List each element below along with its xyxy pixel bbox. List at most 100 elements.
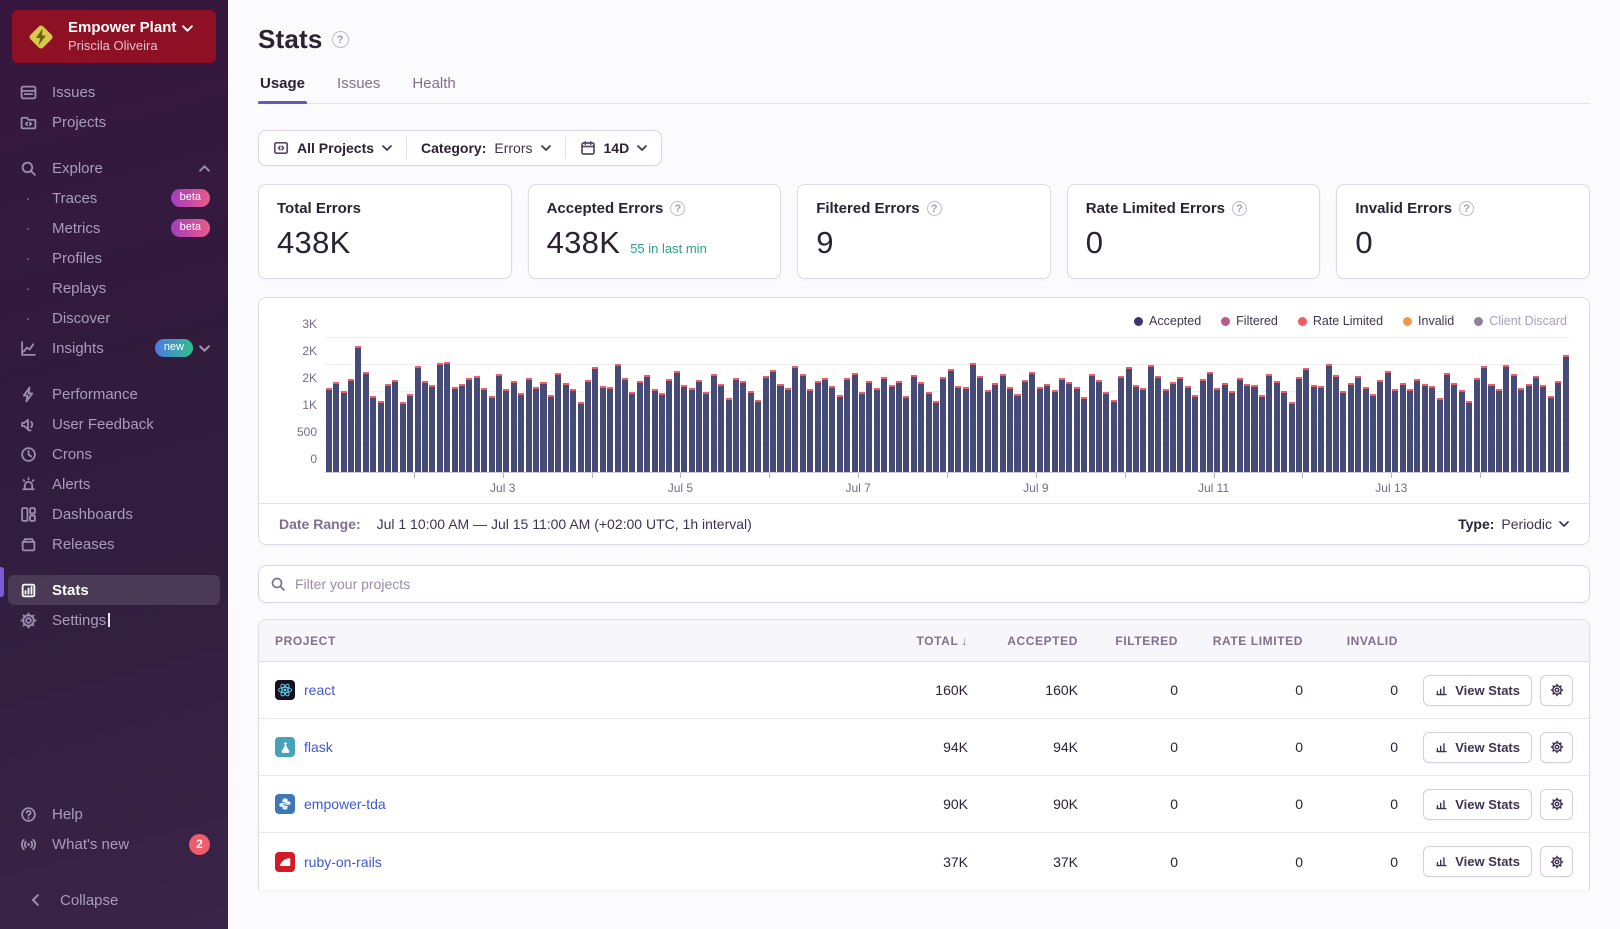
project-settings-button[interactable] — [1540, 846, 1573, 877]
category-dropdown[interactable]: Category: Errors — [407, 140, 564, 156]
chart-bar[interactable] — [1437, 398, 1443, 473]
chart-bar[interactable] — [874, 388, 880, 472]
chart-bar[interactable] — [1118, 376, 1124, 472]
chart-bar[interactable] — [1259, 395, 1265, 472]
chart-bar[interactable] — [429, 385, 435, 472]
chart-bar[interactable] — [1392, 389, 1398, 472]
chart-bar[interactable] — [866, 381, 872, 472]
chart-plot[interactable] — [325, 338, 1569, 473]
chart-bar[interactable] — [600, 386, 606, 472]
sidebar-item-stats[interactable]: Stats — [8, 575, 220, 605]
chart-bar[interactable] — [548, 395, 554, 472]
project-link[interactable]: react — [304, 682, 335, 698]
help-icon[interactable]: ? — [1232, 201, 1247, 216]
chart-bar[interactable] — [1355, 376, 1361, 472]
chart-bar[interactable] — [948, 369, 954, 472]
chart-bar[interactable] — [422, 381, 428, 472]
chart-bar[interactable] — [852, 373, 858, 472]
org-switcher[interactable]: Empower Plant Priscila Oliveira — [12, 10, 216, 63]
chart-bar[interactable] — [1244, 384, 1250, 472]
tab-usage[interactable]: Usage — [258, 75, 307, 103]
chart-bar[interactable] — [807, 389, 813, 472]
chart-bar[interactable] — [792, 366, 798, 472]
chart-bar[interactable] — [703, 392, 709, 472]
chart-bar[interactable] — [326, 388, 332, 472]
chart-bar[interactable] — [992, 383, 998, 472]
chart-bar[interactable] — [777, 384, 783, 472]
chart-bar[interactable] — [718, 384, 724, 472]
project-link[interactable]: empower-tda — [304, 796, 386, 812]
chart-bar[interactable] — [1059, 378, 1065, 472]
chart-bar[interactable] — [1222, 383, 1228, 473]
sidebar-item-explore[interactable]: Explore — [8, 153, 220, 183]
project-settings-button[interactable] — [1540, 789, 1573, 820]
help-icon[interactable]: ? — [927, 201, 942, 216]
chart-bar[interactable] — [1163, 389, 1169, 472]
col-invalid[interactable]: INVALID — [1303, 634, 1398, 648]
chart-bar[interactable] — [1548, 396, 1554, 472]
sidebar-item-user-feedback[interactable]: User Feedback — [8, 409, 220, 439]
chart-bar[interactable] — [903, 396, 909, 472]
project-link[interactable]: flask — [304, 739, 333, 755]
chart-bar[interactable] — [1503, 365, 1509, 472]
chart-bar[interactable] — [940, 377, 946, 472]
chart-bar[interactable] — [844, 378, 850, 472]
chart-bar[interactable] — [1318, 386, 1324, 472]
help-icon[interactable]: ? — [1459, 201, 1474, 216]
chart-bar[interactable] — [1540, 385, 1546, 472]
chart-bar[interactable] — [1377, 380, 1383, 472]
chart-bar[interactable] — [681, 385, 687, 472]
chart-bar[interactable] — [1533, 376, 1539, 472]
chart-bar[interactable] — [763, 376, 769, 472]
chart-bar[interactable] — [726, 398, 732, 472]
chart-bar[interactable] — [1289, 402, 1295, 472]
chart-bar[interactable] — [1126, 367, 1132, 472]
chart-bar[interactable] — [1488, 384, 1494, 472]
chart-bar[interactable] — [518, 393, 524, 472]
chart-bar[interactable] — [385, 384, 391, 472]
chart-bar[interactable] — [511, 381, 517, 472]
chart-bar[interactable] — [437, 363, 443, 472]
legend-item[interactable]: Rate Limited — [1298, 314, 1383, 328]
chart-bar[interactable] — [1074, 387, 1080, 472]
chart-bar[interactable] — [1177, 377, 1183, 472]
chart-bar[interactable] — [1133, 385, 1139, 472]
chart-bar[interactable] — [622, 378, 628, 472]
chart-bar[interactable] — [378, 401, 384, 472]
legend-item[interactable]: Filtered — [1221, 314, 1278, 328]
view-stats-button[interactable]: View Stats — [1423, 846, 1532, 877]
sidebar-item-whats-new[interactable]: What's new 2 — [8, 829, 220, 859]
chart-bar[interactable] — [1407, 389, 1413, 472]
chart-bar[interactable] — [1266, 374, 1272, 472]
chart-bar[interactable] — [1496, 389, 1502, 472]
date-range-dropdown[interactable]: 14D — [566, 140, 662, 156]
project-settings-button[interactable] — [1540, 675, 1573, 706]
chart-bar[interactable] — [400, 402, 406, 472]
chart-bar[interactable] — [481, 388, 487, 472]
chart-bar[interactable] — [1451, 383, 1457, 473]
chart-bar[interactable] — [955, 386, 961, 472]
chart-bar[interactable] — [666, 379, 672, 472]
chart-bar[interactable] — [1511, 374, 1517, 472]
chart-bar[interactable] — [452, 387, 458, 472]
sidebar-item-profiles[interactable]: · Profiles — [8, 243, 220, 273]
chart-bar[interactable] — [1000, 374, 1006, 472]
chart-bar[interactable] — [592, 367, 598, 472]
chart-bar[interactable] — [659, 393, 665, 472]
chart-bar[interactable] — [770, 370, 776, 472]
chart-bar[interactable] — [740, 381, 746, 472]
chart-bar[interactable] — [392, 380, 398, 472]
legend-item[interactable]: Invalid — [1403, 314, 1454, 328]
chart-bar[interactable] — [1333, 375, 1339, 472]
chart-bar[interactable] — [755, 400, 761, 472]
sidebar-item-releases[interactable]: Releases — [8, 529, 220, 559]
chart-bar[interactable] — [911, 375, 917, 472]
sidebar-item-alerts[interactable]: Alerts — [8, 469, 220, 499]
chart-bar[interactable] — [1481, 366, 1487, 472]
chart-bar[interactable] — [1281, 391, 1287, 472]
chart-bar[interactable] — [415, 366, 421, 472]
chart-bar[interactable] — [578, 402, 584, 472]
project-filter-dropdown[interactable]: All Projects — [259, 140, 406, 156]
chart-bar[interactable] — [637, 381, 643, 472]
chart-bar[interactable] — [1474, 378, 1480, 472]
